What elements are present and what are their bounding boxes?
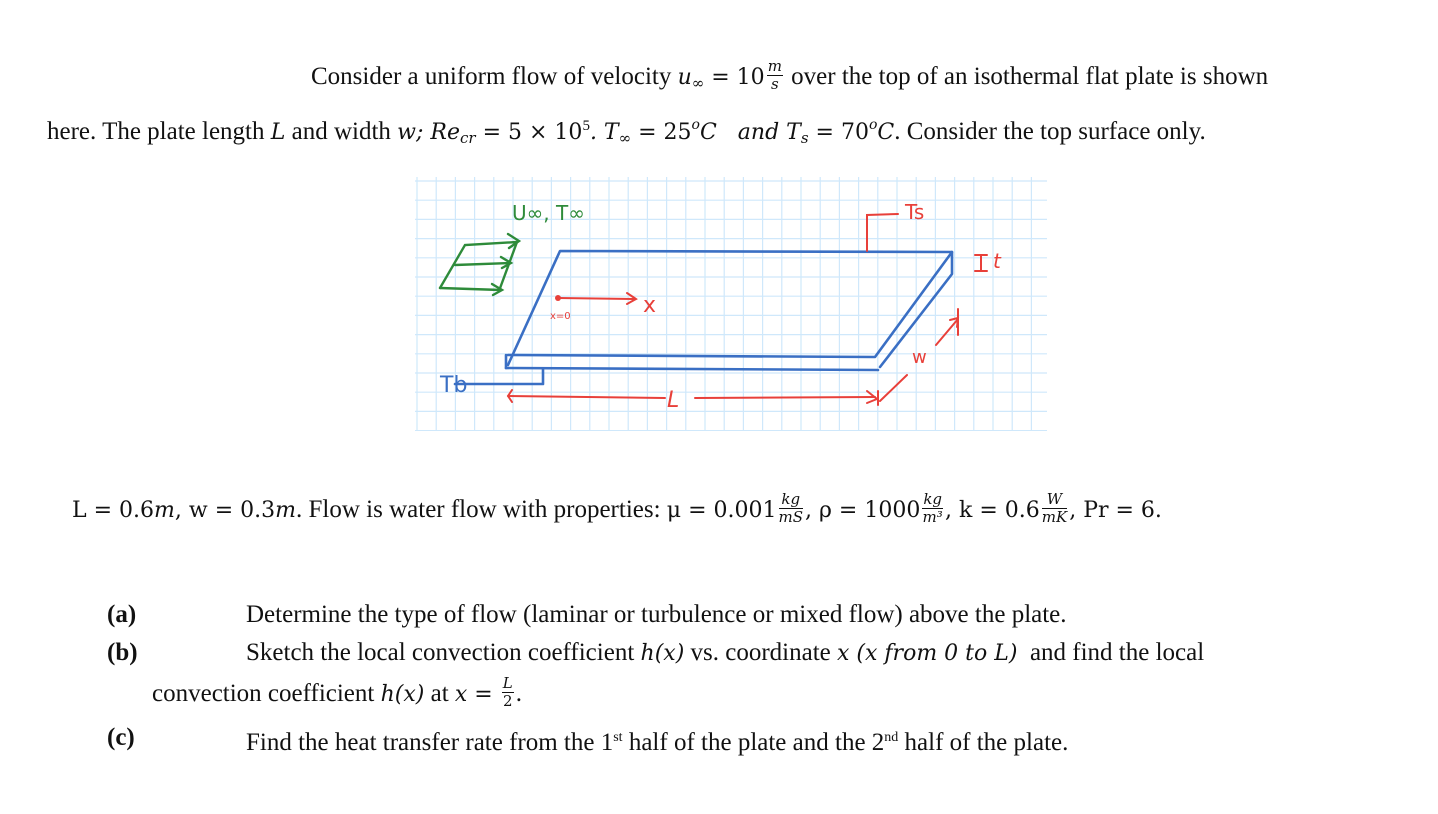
reynolds-exponent: 5 (582, 118, 590, 134)
surface-temp-label: Ts (904, 200, 924, 224)
viscosity-value: μ = 0.001 (666, 498, 777, 524)
free-stream-temp-symbol: . T (589, 120, 619, 145)
free-stream-temp-subscript: ∞ (618, 129, 632, 147)
free-stream-temp-value: = 25 (631, 120, 692, 145)
reynolds-subscript: cr (460, 129, 476, 147)
question-a-label: (a) (107, 601, 137, 628)
celsius-unit: C (699, 120, 717, 145)
figure-svg: U∞, T∞ Tb Ts t x x=0 L w (415, 177, 1047, 432)
base-temp-label: Tb (439, 373, 467, 398)
intro-line-2: here. The plate length L and width w; Re… (47, 110, 1206, 153)
question-b-text: Sketch the local convection coefficient … (246, 639, 1205, 666)
flow-arrows (438, 232, 522, 297)
x-range: (x from 0 to L) (849, 641, 1018, 666)
properties-line: L = 0.6m, w = 0.3m. Flow is water flow w… (72, 490, 1162, 528)
degree-symbol: o (691, 117, 700, 133)
annotations (506, 213, 988, 406)
flat-plate-figure: U∞, T∞ Tb Ts t x x=0 L w (415, 177, 1047, 432)
flow-label: U∞, T∞ (512, 201, 585, 225)
x-symbol: x (837, 641, 850, 666)
h-of-x-2: h(x) (380, 682, 425, 708)
surface-temp-symbol: and T (716, 120, 801, 145)
origin-point (555, 295, 561, 301)
intro-text-2: here. The plate length (47, 118, 271, 145)
length-unit: m (154, 498, 175, 524)
x-axis-label: x (643, 293, 656, 318)
length-value: L = 0.6 (72, 498, 155, 524)
question-a-text: Determine the type of flow (laminar or t… (246, 601, 1067, 628)
density-unit: kg m³ (922, 490, 944, 526)
velocity-unit: ms (766, 57, 783, 93)
velocity-value: = 10 (704, 65, 765, 91)
density-value: , ρ = 1000 (805, 498, 921, 524)
question-b-continuation: convection coefficient h(x) at x = L2. (152, 674, 522, 710)
intro-text-end: over the top of an isothermal flat plate… (784, 63, 1269, 91)
x-equals: x = (454, 682, 500, 708)
width-symbol: w; (397, 120, 431, 145)
question-c-label: (c) (107, 724, 135, 751)
h-of-x: h(x) (640, 641, 685, 666)
velocity-subscript: ∞ (691, 74, 705, 93)
velocity-symbol: u (677, 65, 692, 91)
length-symbol: L (270, 120, 286, 145)
reynolds-symbol: Re (430, 120, 461, 145)
x-origin-label: x=0 (550, 311, 571, 322)
width-value: , w = 0.3 (174, 498, 276, 524)
thickness-label: t (993, 249, 1002, 273)
intro-text-3: and width (285, 118, 398, 145)
reynolds-value: = 5 × 10 (475, 120, 583, 145)
conductivity-value: , k = 0.6 (945, 498, 1040, 524)
intro-line-1: Consider a uniform flow of velocity u∞ =… (311, 57, 1269, 98)
width-label: w (912, 347, 927, 368)
prandtl-value: , Pr = 6. (1069, 498, 1162, 524)
intro-text: Consider a uniform flow of velocity (311, 63, 678, 91)
surface-temp-subscript: s (800, 129, 809, 147)
question-b-label: (b) (107, 639, 138, 666)
width-unit: m (275, 498, 297, 524)
celsius-unit-2: C (877, 120, 895, 145)
viscosity-unit: kg mS (778, 490, 803, 526)
intro-text-end-2: . Consider the top surface only. (894, 118, 1206, 145)
surface-temp-value: = 70 (808, 120, 869, 145)
half-length-fraction: L2 (501, 674, 514, 710)
length-label: L (667, 388, 679, 413)
conductivity-unit: WmK (1041, 490, 1068, 526)
question-c-text: Find the heat transfer rate from the 1st… (246, 729, 1069, 756)
properties-text: . Flow is water flow with properties: (296, 496, 667, 524)
